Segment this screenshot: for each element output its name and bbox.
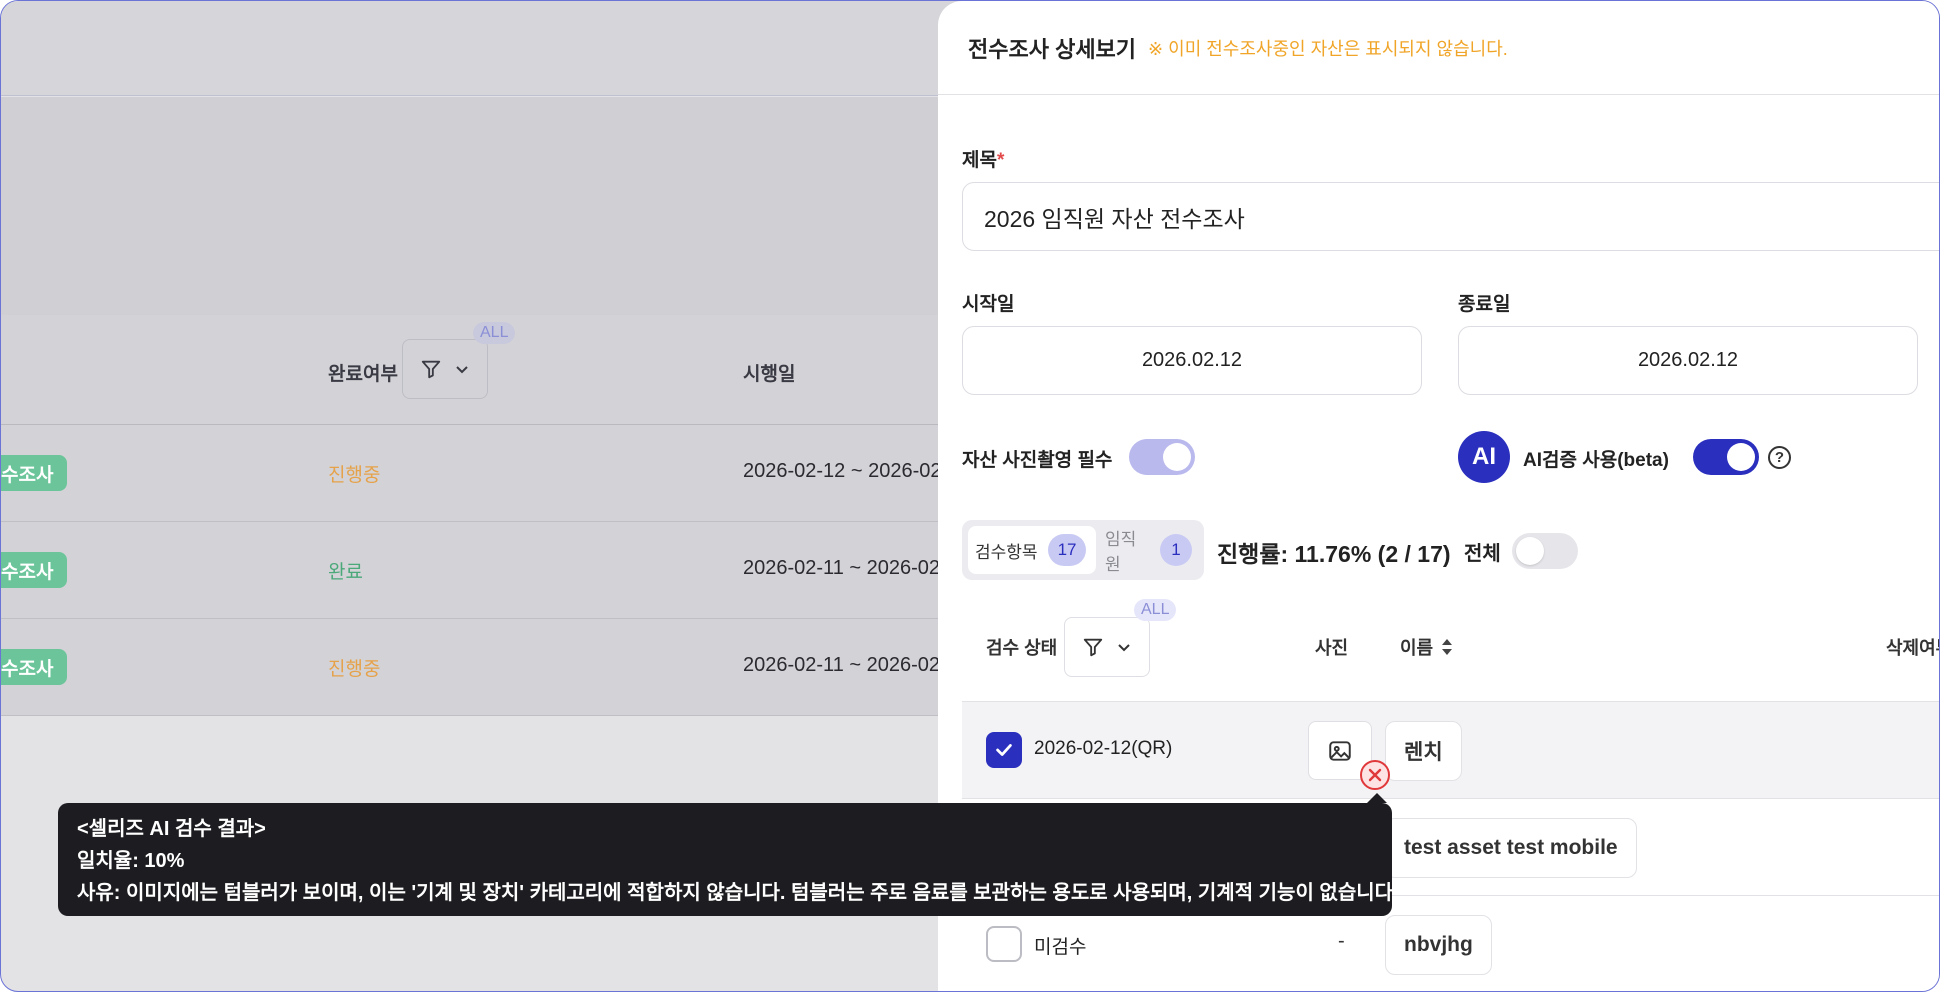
subject-value: 2026 임직원 자산 전수조사 [984, 205, 1245, 232]
photo-required-label: 자산 사진촬영 필수 [962, 450, 1113, 471]
sort-icon [1442, 639, 1453, 655]
count-badge: 1 [1160, 534, 1192, 566]
tooltip-reason: 사유: 이미지에는 텀블러가 보이며, 이는 '기계 및 장치' 카테고리에 적… [77, 882, 1399, 904]
column-name[interactable]: 이름 [1400, 634, 1453, 660]
image-icon [1329, 740, 1351, 761]
drawer-header: 전수조사 상세보기 ※ 이미 전수조사중인 자산은 표시되지 않습니다. [938, 1, 1939, 95]
end-date-input[interactable]: 2026.02.12 [1458, 326, 1918, 395]
status-text: 완료 [328, 562, 363, 583]
asset-name[interactable]: nbvjhg [1385, 915, 1492, 975]
end-date-value: 2026.02.12 [1637, 349, 1739, 371]
tooltip-match-rate: 일치율: 10% [77, 850, 185, 872]
toggle-knob [1727, 443, 1755, 471]
tab-employees[interactable]: 임직원 1 [1098, 526, 1198, 574]
subject-label-text: 제목 [962, 150, 997, 171]
ai-icon: AI [1458, 431, 1510, 483]
row-checkbox[interactable] [986, 732, 1022, 768]
ai-error-icon[interactable] [1360, 760, 1390, 790]
tooltip-title: <셀리즈 AI 검수 결과> [77, 818, 266, 840]
filter-all-badge: ALL [1134, 599, 1177, 621]
end-date-label: 종료일 [1458, 294, 1511, 315]
ai-verification-label: AI검증 사용(beta) [1523, 450, 1669, 471]
tooltip-arrow [1367, 793, 1387, 803]
ai-verification-toggle[interactable] [1693, 439, 1759, 475]
filter-icon [1083, 638, 1103, 657]
tab-label: 검수항목 [975, 542, 1038, 562]
app-frame: 완료여부 ALL 시행일 수조사 진행중 2026-02-12 ~ 2026-0… [0, 0, 1940, 992]
chevron-down-icon [1118, 644, 1130, 652]
table-row[interactable]: 2026-02-12(QR) 렌치 [962, 702, 1939, 799]
date-range: 2026-02-12 ~ 2026-02-12 [743, 460, 971, 482]
chevron-down-icon [456, 366, 468, 374]
drawer-notice: ※ 이미 전수조사중인 자산은 표시되지 않습니다. [1148, 38, 1508, 59]
count-badge: 17 [1047, 534, 1087, 566]
no-photo: - [1338, 930, 1345, 952]
completion-filter-button[interactable] [402, 339, 488, 399]
toggle-knob [1163, 443, 1191, 471]
date-range: 2026-02-11 ~ 2026-02-11 [743, 557, 968, 579]
column-photo: 사진 [1315, 638, 1349, 658]
filter-icon [421, 360, 441, 379]
status-filter-button[interactable] [1064, 617, 1150, 677]
inspection-status: 미검수 [1034, 937, 1087, 958]
column-deleted: 삭제여부 [1886, 638, 1939, 658]
photo-required-toggle[interactable] [1129, 439, 1195, 475]
start-date-input[interactable]: 2026.02.12 [962, 326, 1422, 395]
type-badge: 수조사 [1, 552, 68, 588]
drawer-title: 전수조사 상세보기 [968, 36, 1137, 62]
all-label: 전체 [1464, 543, 1501, 565]
column-date: 시행일 [743, 364, 796, 385]
type-badge: 수조사 [1, 455, 68, 491]
row-checkbox[interactable] [986, 926, 1022, 962]
progress-text: 진행률: 11.76% (2 / 17) [1217, 541, 1451, 567]
tab-label: 임직원 [1105, 530, 1137, 574]
tab-switcher: 검수항목 17 임직원 1 [962, 520, 1204, 580]
subject-label: 제목* [962, 145, 1004, 172]
ai-result-tooltip: <셀리즈 AI 검수 결과> 일치율: 10% 사유: 이미지에는 텀블러가 보… [58, 803, 1399, 916]
filter-all-badge: ALL [473, 322, 516, 344]
status-text: 진행중 [328, 465, 381, 486]
column-inspection-status: 검수 상태 [986, 638, 1058, 658]
show-all-toggle[interactable] [1512, 533, 1578, 569]
asset-name[interactable]: test asset test mobile [1385, 818, 1637, 878]
close-icon [1368, 768, 1382, 782]
check-icon [996, 744, 1012, 756]
toggle-knob [1516, 537, 1544, 565]
start-date-value: 2026.02.12 [1141, 349, 1243, 371]
date-range: 2026-02-11 ~ 2026-02-11 [743, 654, 968, 676]
subject-input[interactable]: 2026 임직원 자산 전수조사 [962, 182, 1939, 251]
column-name-label: 이름 [1400, 638, 1434, 658]
status-text: 진행중 [328, 659, 381, 680]
required-mark: * [996, 150, 1005, 171]
column-completion: 완료여부 [328, 364, 398, 385]
asset-name[interactable]: 렌치 [1385, 721, 1462, 781]
type-badge: 수조사 [1, 649, 68, 685]
tab-inspection-items[interactable]: 검수항목 17 [968, 526, 1096, 574]
help-icon[interactable]: ? [1768, 446, 1791, 469]
start-date-label: 시작일 [962, 294, 1015, 315]
inspection-status: 2026-02-12(QR) [1034, 738, 1173, 759]
